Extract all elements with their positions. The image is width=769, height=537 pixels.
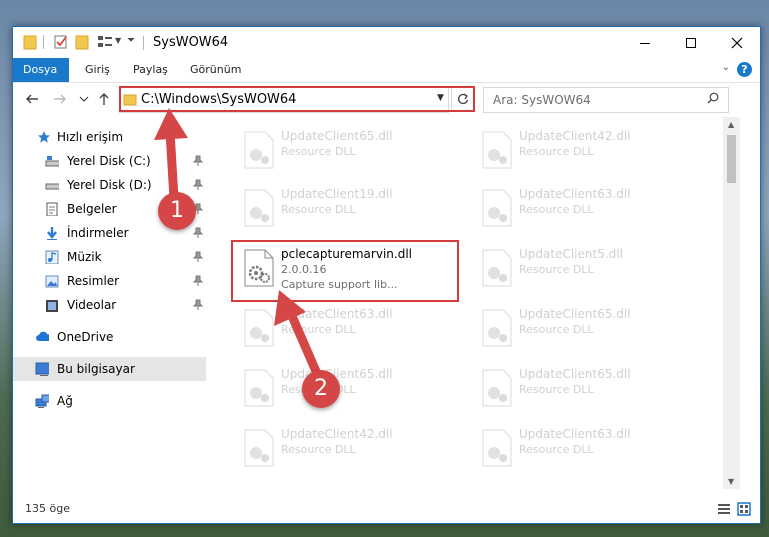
arrow-2 bbox=[287, 311, 323, 381]
annotation-arrows bbox=[154, 108, 323, 381]
arrow-1 bbox=[165, 127, 179, 203]
step-badge-2: 2 bbox=[302, 370, 340, 408]
step-badge-1: 1 bbox=[158, 192, 196, 230]
arrow-1-head bbox=[154, 108, 188, 140]
